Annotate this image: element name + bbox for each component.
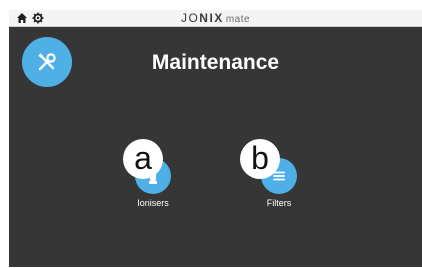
ionisers-label: Ionisers bbox=[137, 198, 169, 208]
brand-logo: JONIX mate bbox=[9, 10, 422, 28]
top-bar: JONIX mate bbox=[9, 10, 422, 27]
badge-b: b bbox=[240, 139, 280, 179]
badge-a: a bbox=[123, 139, 163, 179]
maintenance-panel: Maintenance a Ionisers b Filters bbox=[9, 27, 422, 267]
page-title: Maintenance bbox=[151, 51, 280, 74]
brand-part-jo: JO bbox=[180, 11, 200, 25]
filters-label: Filters bbox=[266, 198, 292, 208]
brand-part-nix: NIX bbox=[199, 11, 224, 25]
brand-part-mate: mate bbox=[225, 14, 251, 25]
app-screen: JONIX mate Maintenance a Ionisers b Filt… bbox=[9, 10, 422, 267]
